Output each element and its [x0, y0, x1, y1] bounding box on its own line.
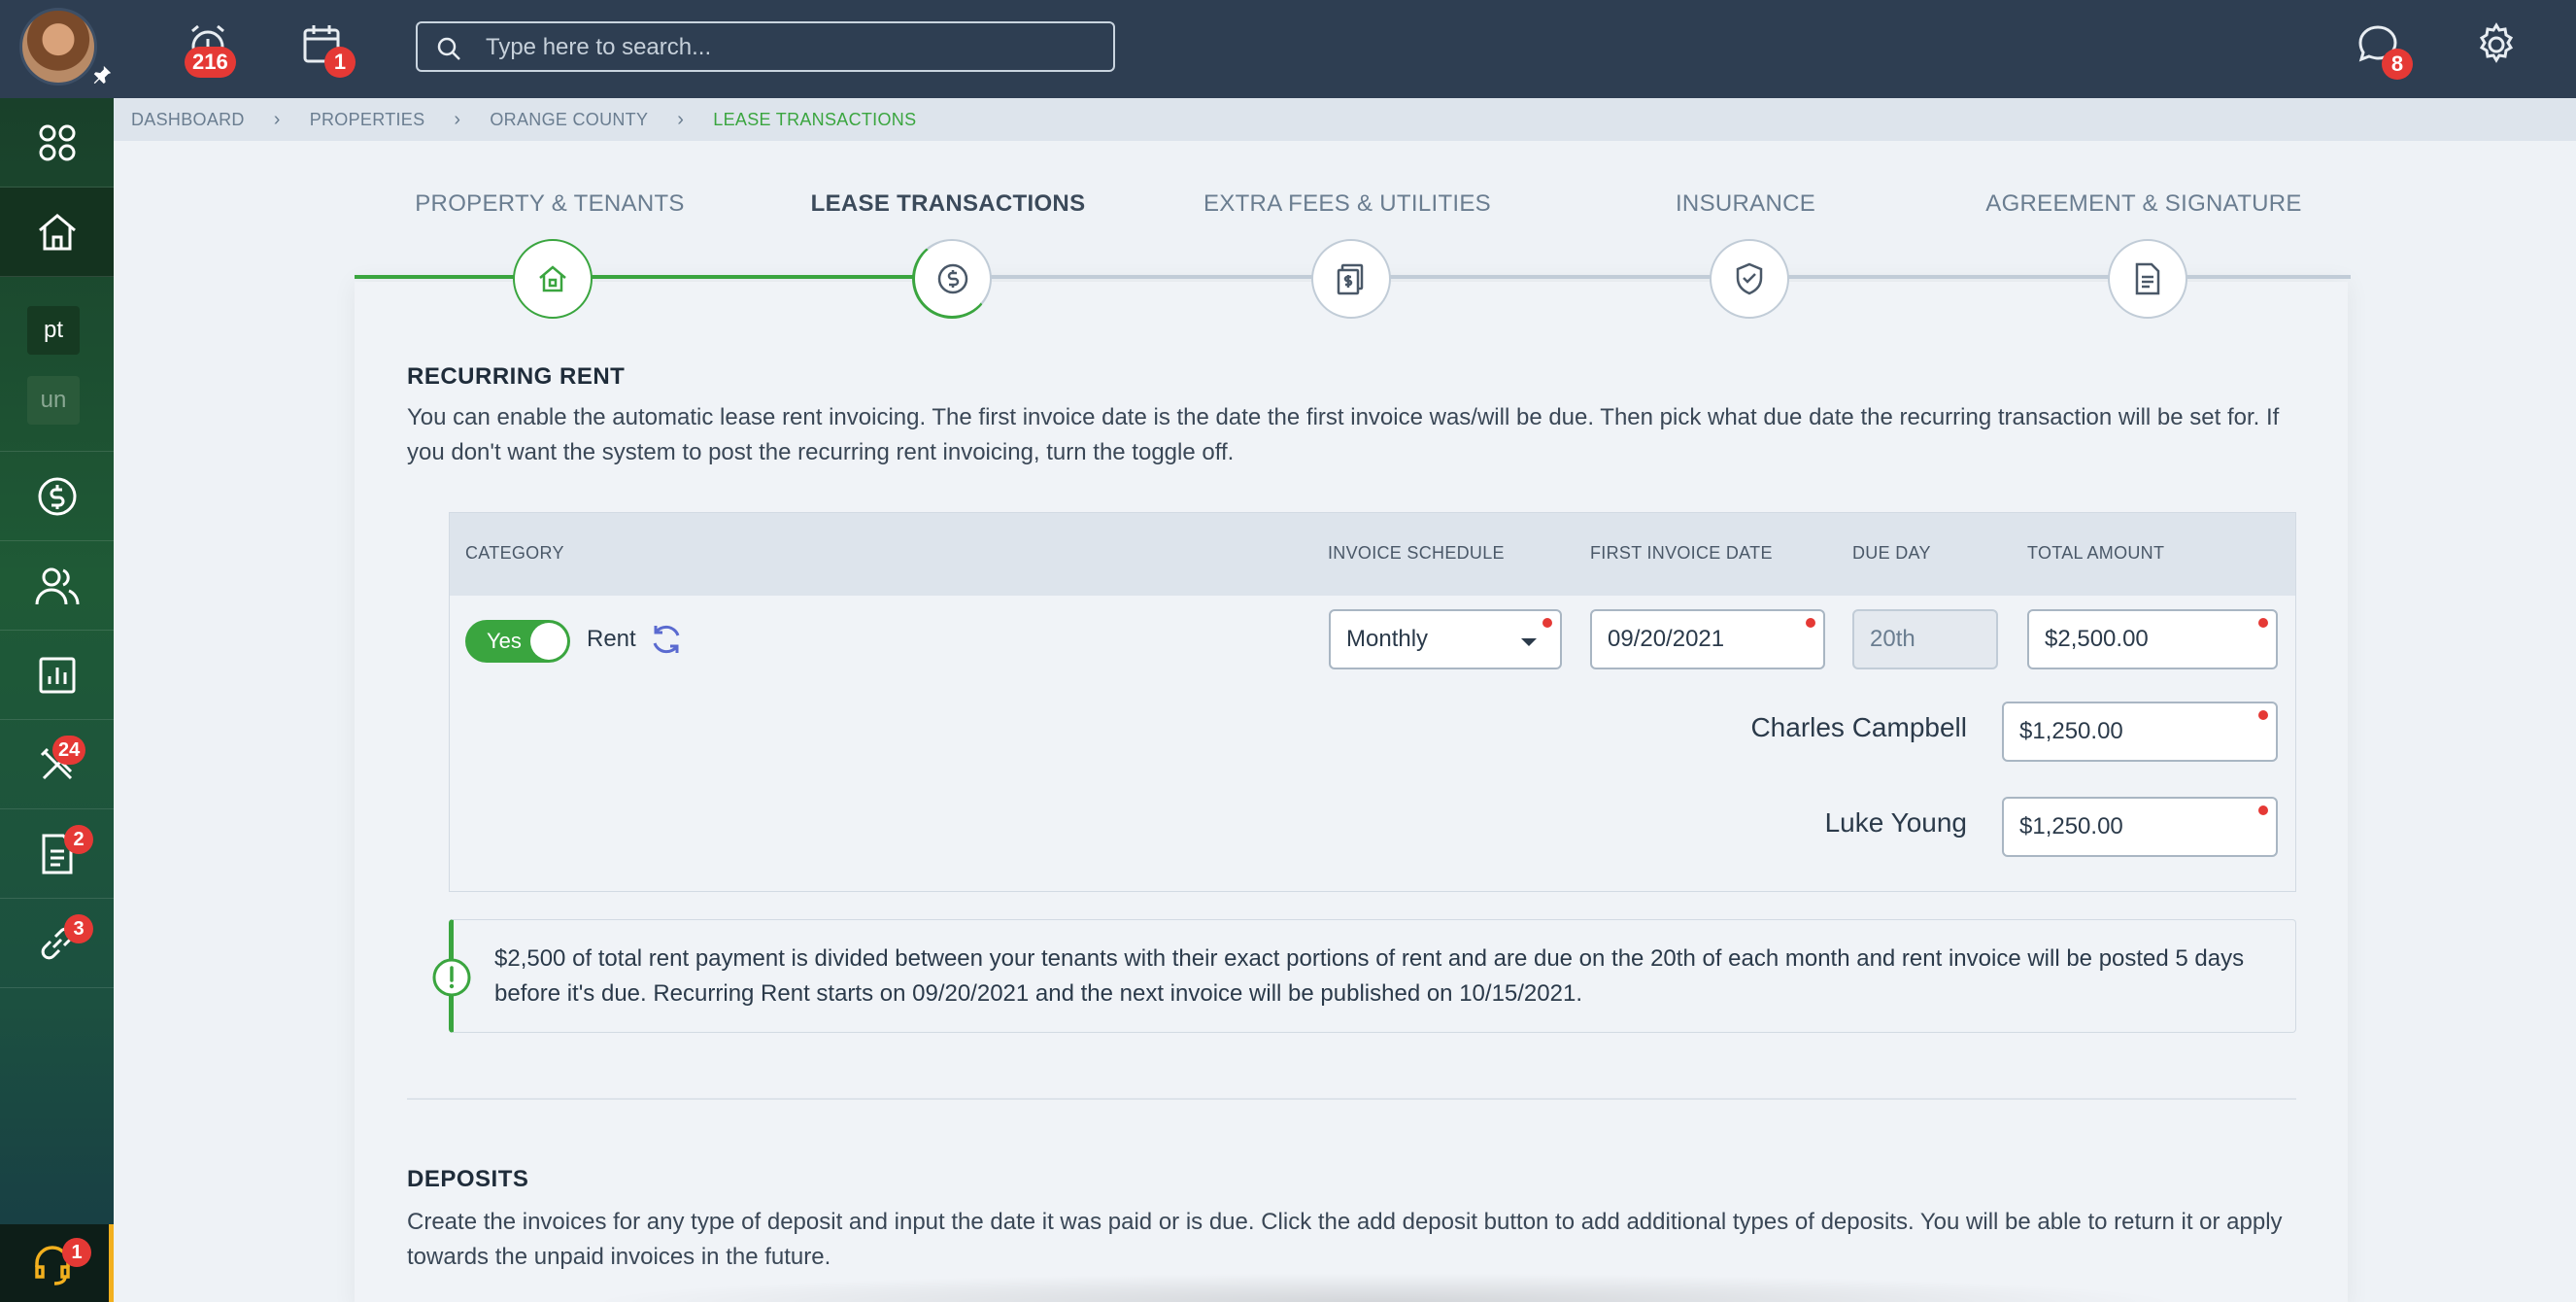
- due-day-field: 20th: [1852, 609, 1998, 669]
- recurring-rent-description: You can enable the automatic lease rent …: [407, 404, 2280, 465]
- sidebar-item-people[interactable]: [0, 541, 114, 631]
- bills-icon: [1337, 263, 1364, 295]
- apps-grid-icon: [39, 124, 75, 160]
- step-extra-fees[interactable]: [1311, 239, 1391, 319]
- sidebar-item-links[interactable]: 3: [0, 899, 114, 988]
- section-divider: [407, 1098, 2296, 1100]
- tenant-name: Luke Young: [1824, 807, 1967, 838]
- step-label-lease-transactions[interactable]: LEASE TRANSACTIONS: [754, 190, 1142, 218]
- toggle-label: Yes: [487, 629, 522, 653]
- sidebar-item-documents[interactable]: 2: [0, 809, 114, 899]
- deposits-title: DEPOSITS: [407, 1166, 529, 1192]
- document-icon: [2135, 262, 2160, 295]
- toggle-knob: [530, 623, 567, 660]
- sidebar-item-reports[interactable]: [0, 631, 114, 720]
- tenant-amount-value: $1,250.00: [2019, 813, 2123, 839]
- caret-down-icon: [1521, 638, 1537, 646]
- total-amount-field[interactable]: $2,500.00: [2027, 609, 2278, 669]
- step-label-agreement[interactable]: AGREEMENT & SIGNATURE: [1949, 190, 2338, 218]
- breadcrumb: DASHBOARD › PROPERTIES › ORANGE COUNTY ›…: [114, 98, 2576, 141]
- tenant-amount-field[interactable]: $1,250.00: [2002, 797, 2278, 857]
- support-badge: 1: [62, 1238, 91, 1267]
- calendar-badge: 1: [324, 47, 356, 78]
- invoice-schedule-select[interactable]: Monthly: [1329, 609, 1562, 669]
- table-header: CATEGORY INVOICE SCHEDULE FIRST INVOICE …: [450, 513, 2295, 596]
- rent-info-text: $2,500 of total rent payment is divided …: [494, 945, 2245, 1007]
- refresh-icon[interactable]: [647, 620, 686, 659]
- step-label-extra-fees[interactable]: EXTRA FEES & UTILITIES: [1153, 190, 1542, 218]
- shield-check-icon: [1736, 262, 1763, 295]
- sidebar: pt un 24 2 3: [0, 98, 114, 1302]
- search-icon: [437, 37, 460, 60]
- sidebar-chip-un[interactable]: un: [27, 376, 80, 425]
- total-amount-value: $2,500.00: [2045, 626, 2149, 652]
- floating-bar-shadow: [583, 1273, 2186, 1302]
- people-icon: [35, 567, 79, 604]
- required-indicator: [1806, 618, 1815, 628]
- category-rent-label: Rent: [587, 626, 636, 652]
- step-agreement[interactable]: [2108, 239, 2187, 319]
- pin-icon[interactable]: [91, 64, 113, 86]
- rent-info-box: $2,500 of total rent payment is divided …: [432, 919, 2296, 1033]
- sidebar-item-accounting[interactable]: [0, 452, 114, 541]
- required-indicator: [2258, 618, 2268, 628]
- search-bar[interactable]: [416, 21, 1115, 72]
- tenant-name: Charles Campbell: [1750, 712, 1967, 742]
- sidebar-chip-pt[interactable]: pt: [27, 306, 80, 355]
- gear-icon[interactable]: [2473, 21, 2520, 68]
- step-insurance[interactable]: [1710, 239, 1789, 319]
- breadcrumb-dashboard[interactable]: DASHBOARD: [131, 110, 245, 130]
- chevron-right-icon: ›: [454, 108, 461, 130]
- sidebar-item-home[interactable]: [0, 188, 114, 277]
- step-label-property-tenants[interactable]: PROPERTY & TENANTS: [356, 190, 744, 218]
- required-indicator: [2258, 710, 2268, 720]
- first-invoice-date-field[interactable]: 09/20/2021: [1590, 609, 1825, 669]
- header-invoice-schedule: INVOICE SCHEDULE: [1328, 543, 1505, 563]
- maintenance-badge: 24: [52, 736, 86, 765]
- messages-badge: 8: [2382, 49, 2413, 80]
- sidebar-item-apps[interactable]: [0, 98, 114, 188]
- dollar-circle-icon: [937, 263, 967, 293]
- recurring-rent-toggle[interactable]: Yes: [465, 620, 570, 663]
- header-due-day: DUE DAY: [1852, 543, 1931, 563]
- tenant-amount-field[interactable]: $1,250.00: [2002, 702, 2278, 762]
- invoice-schedule-value: Monthly: [1346, 626, 1429, 652]
- house-icon: [539, 265, 566, 292]
- breadcrumb-lease-transactions: LEASE TRANSACTIONS: [713, 109, 917, 129]
- support-button[interactable]: 1: [0, 1224, 114, 1302]
- stepper-progress-line: [355, 275, 952, 279]
- home-icon: [38, 213, 76, 250]
- documents-badge: 2: [64, 825, 93, 854]
- step-property-tenants[interactable]: [513, 239, 593, 319]
- required-indicator: [2258, 805, 2268, 815]
- tenant-amount-value: $1,250.00: [2019, 718, 2123, 744]
- required-indicator: [1542, 618, 1552, 628]
- recurring-rent-title: RECURRING RENT: [407, 363, 626, 390]
- step-lease-transactions[interactable]: [912, 239, 992, 319]
- links-badge: 3: [64, 914, 93, 943]
- dollar-circle-icon: [38, 477, 76, 515]
- search-input[interactable]: [486, 31, 1088, 64]
- sidebar-item-maintenance[interactable]: 24: [0, 720, 114, 809]
- header-category: CATEGORY: [465, 543, 564, 563]
- exclamation-circle-icon: [432, 958, 471, 997]
- breadcrumb-orange-county[interactable]: ORANGE COUNTY: [490, 110, 648, 130]
- chevron-right-icon: ›: [677, 108, 685, 130]
- recurring-rent-table: CATEGORY INVOICE SCHEDULE FIRST INVOICE …: [449, 512, 2296, 892]
- deposits-description: Create the invoices for any type of depo…: [407, 1209, 2283, 1270]
- user-avatar[interactable]: [19, 8, 97, 86]
- breadcrumb-properties[interactable]: PROPERTIES: [310, 110, 425, 130]
- chevron-right-icon: ›: [273, 108, 281, 130]
- sidebar-item-portfolios: pt un: [0, 277, 114, 452]
- bar-chart-icon: [39, 657, 75, 693]
- top-bar: 216 1 8: [0, 0, 2576, 98]
- due-day-value: 20th: [1870, 626, 1915, 652]
- header-total-amount: TOTAL AMOUNT: [2027, 543, 2165, 563]
- step-label-insurance[interactable]: INSURANCE: [1551, 190, 1940, 218]
- first-invoice-date-value: 09/20/2021: [1608, 626, 1725, 652]
- header-first-invoice-date: FIRST INVOICE DATE: [1590, 543, 1773, 563]
- alerts-badge: 216: [185, 47, 236, 78]
